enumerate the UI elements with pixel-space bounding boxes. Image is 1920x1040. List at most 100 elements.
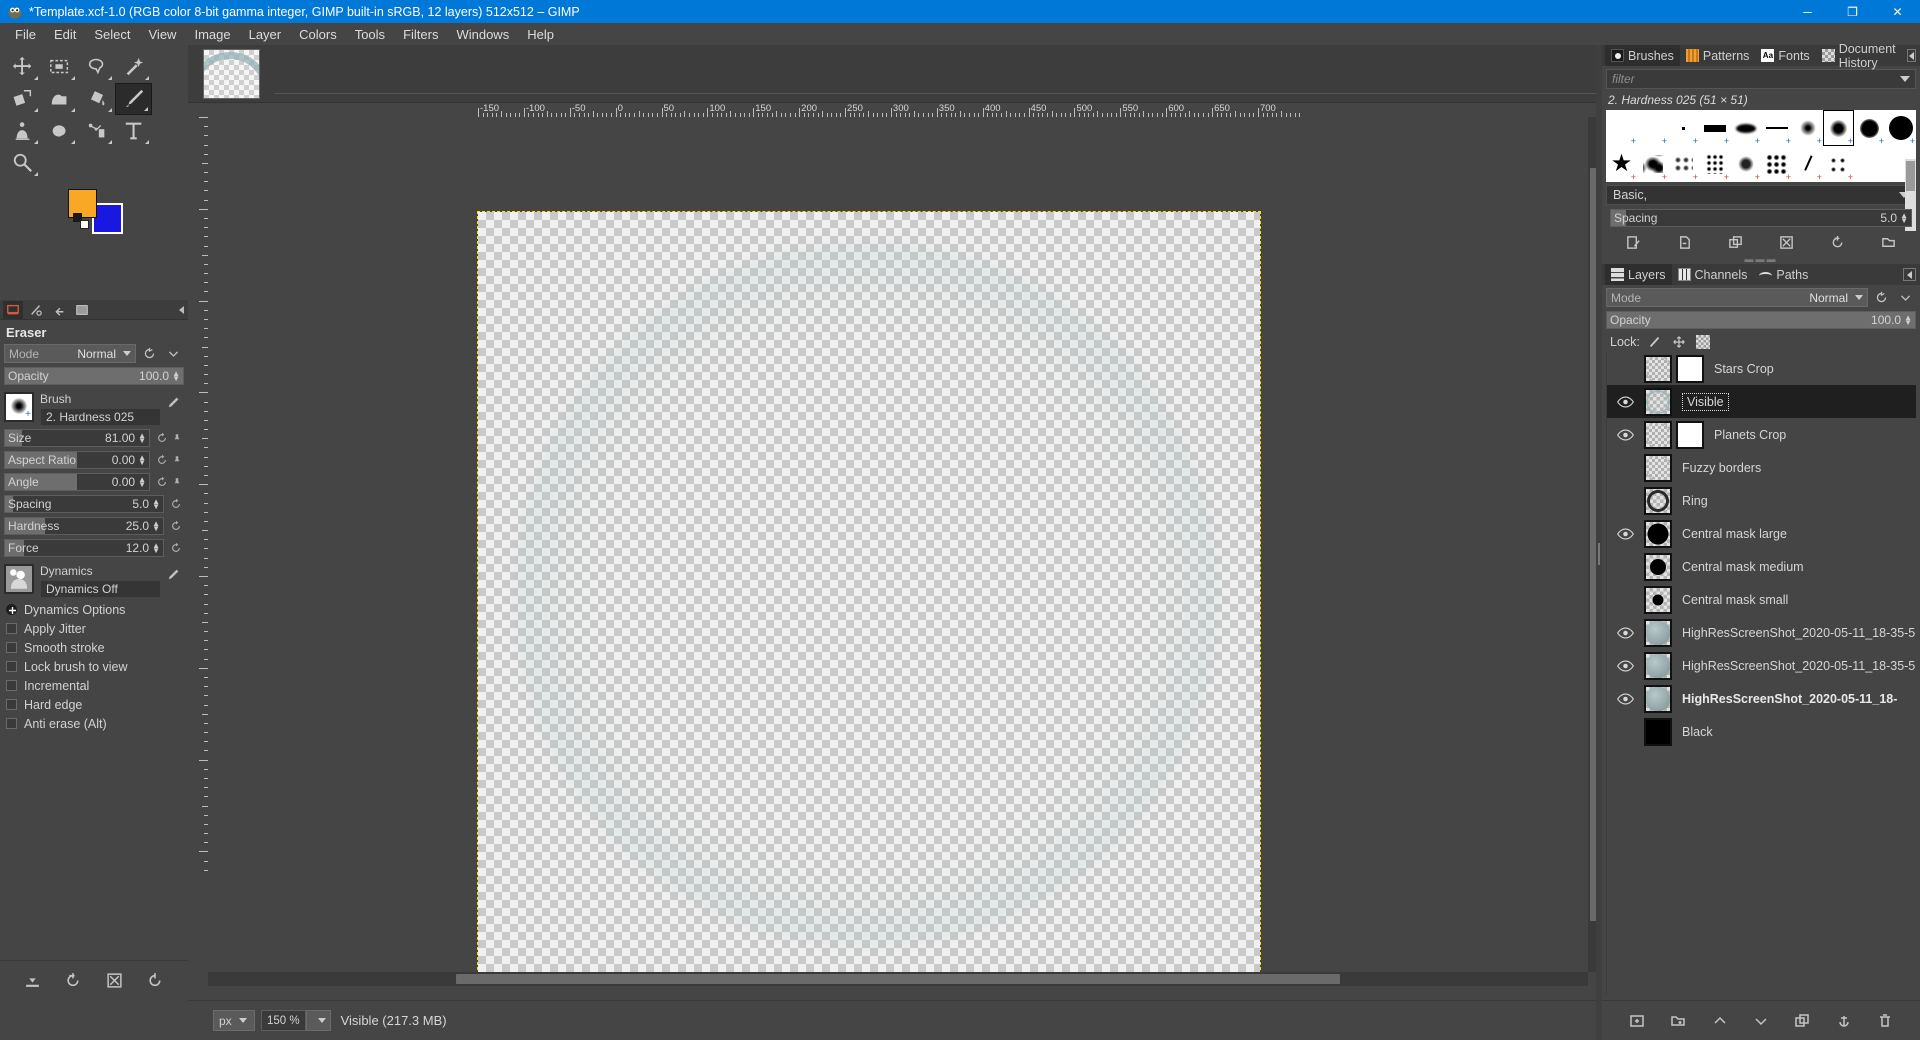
brush-cell[interactable]: + bbox=[1761, 146, 1792, 182]
brush-grid[interactable]: + + + + + + + + + + ★ + + + + + + + + bbox=[1606, 110, 1916, 182]
paintbrush-tool[interactable] bbox=[115, 83, 152, 115]
delete-tool-options-icon[interactable] bbox=[106, 972, 123, 989]
tab-paths[interactable]: Paths bbox=[1753, 264, 1814, 285]
menu-item-file[interactable]: File bbox=[6, 25, 45, 44]
brush-cell[interactable]: + bbox=[1668, 110, 1699, 146]
layer-row[interactable]: Fuzzy borders bbox=[1606, 451, 1916, 484]
slider-size[interactable]: Size 81.00 ▲ ▼ bbox=[4, 428, 150, 447]
brush-spacing-slider[interactable]: Spacing 5.0 ▲ ▼ bbox=[1610, 208, 1912, 227]
tab-fonts[interactable]: Aa Fonts bbox=[1755, 45, 1815, 66]
menu-item-layer[interactable]: Layer bbox=[240, 25, 291, 44]
new-layer-icon[interactable] bbox=[1629, 1013, 1645, 1029]
clone-tool[interactable] bbox=[4, 115, 41, 147]
layer-visibility-toggle[interactable] bbox=[1612, 722, 1638, 742]
slider-force[interactable]: Force 12.0 ▲ ▼ bbox=[4, 538, 164, 557]
delete-brush-icon[interactable] bbox=[1779, 235, 1794, 250]
brush-cell[interactable]: + bbox=[1761, 110, 1792, 146]
collapse-layers-dock-button[interactable] bbox=[1903, 268, 1916, 281]
tab-layers[interactable]: Layers bbox=[1605, 264, 1672, 285]
restore-tool-options-icon[interactable] bbox=[65, 972, 82, 989]
brush-cell[interactable]: + bbox=[1668, 146, 1699, 182]
menu-item-view[interactable]: View bbox=[140, 25, 186, 44]
brush-cell[interactable]: + bbox=[1854, 110, 1885, 146]
layer-row[interactable]: Central mask medium bbox=[1606, 550, 1916, 583]
brush-cell[interactable]: + bbox=[1885, 110, 1916, 146]
checkbox-incremental[interactable]: Incremental bbox=[0, 676, 188, 695]
layer-row[interactable]: HighResScreenShot_2020-05-11_18-35-56. bbox=[1606, 616, 1916, 649]
canvas-image[interactable] bbox=[477, 211, 1261, 972]
layer-thumbnail[interactable] bbox=[1644, 354, 1672, 383]
slider-reset-button[interactable] bbox=[153, 429, 170, 447]
layer-thumbnail[interactable] bbox=[1644, 387, 1672, 416]
image-thumbnail-tab[interactable] bbox=[203, 49, 260, 99]
dock-resize-grip[interactable] bbox=[1596, 45, 1602, 1040]
brush-preview[interactable]: + bbox=[4, 392, 34, 422]
layer-list[interactable]: Stars Crop Visible Planets Crop Fuzzy borde… bbox=[1606, 352, 1916, 996]
layer-name[interactable]: Central mask large bbox=[1682, 527, 1787, 541]
tab-patterns[interactable]: Patterns bbox=[1680, 45, 1756, 66]
layer-row[interactable]: HighResScreenShot_2020-05-11_18- bbox=[1606, 682, 1916, 715]
slider-spacing[interactable]: Spacing 5.0 ▲ ▼ bbox=[4, 494, 164, 513]
layer-thumbnail[interactable] bbox=[1644, 519, 1672, 548]
unit-selector[interactable]: px bbox=[213, 1010, 255, 1031]
tool-options-menu-arrow[interactable] bbox=[179, 305, 184, 314]
vertical-ruler[interactable] bbox=[188, 117, 208, 972]
slider-angle[interactable]: Angle 0.00 ▲ ▼ bbox=[4, 472, 150, 491]
menu-item-filters[interactable]: Filters bbox=[394, 25, 447, 44]
duplicate-layer-icon[interactable] bbox=[1794, 1013, 1810, 1029]
menu-item-edit[interactable]: Edit bbox=[45, 25, 85, 44]
refresh-brushes-icon[interactable] bbox=[1830, 235, 1845, 250]
layer-opacity-slider[interactable]: Opacity 100.0 ▲ ▼ bbox=[1606, 310, 1916, 329]
brush-cell[interactable]: + bbox=[1792, 146, 1823, 182]
tab-device-status[interactable] bbox=[26, 301, 46, 319]
text-tool[interactable] bbox=[115, 115, 152, 147]
tab-brushes[interactable]: Brushes bbox=[1605, 45, 1680, 66]
layer-name[interactable]: Planets Crop bbox=[1714, 428, 1786, 442]
layer-opacity-spinner[interactable]: ▲ ▼ bbox=[1904, 313, 1912, 326]
bucket-fill-tool[interactable] bbox=[78, 83, 115, 115]
tab-channels[interactable]: Channels bbox=[1672, 264, 1754, 285]
collapse-dock-button[interactable] bbox=[1906, 49, 1916, 62]
layer-row[interactable]: Ring bbox=[1606, 484, 1916, 517]
edit-dynamics-button[interactable] bbox=[164, 564, 184, 584]
warp-transform-tool[interactable] bbox=[41, 83, 78, 115]
slider-pin-button[interactable] bbox=[170, 473, 184, 491]
checkbox-smooth-stroke[interactable]: Smooth stroke bbox=[0, 638, 188, 657]
fuzzy-select-tool[interactable] bbox=[115, 51, 152, 83]
layer-thumbnail[interactable] bbox=[1644, 684, 1672, 713]
zoom-tool[interactable] bbox=[4, 147, 41, 179]
layer-name[interactable]: Central mask medium bbox=[1682, 560, 1804, 574]
brush-cell[interactable]: + bbox=[1823, 146, 1854, 182]
brush-cell[interactable]: + bbox=[1637, 110, 1668, 146]
slider-pin-button[interactable] bbox=[170, 451, 184, 469]
menu-item-help[interactable]: Help bbox=[518, 25, 563, 44]
layer-row[interactable]: Central mask small bbox=[1606, 583, 1916, 616]
menu-item-tools[interactable]: Tools bbox=[346, 25, 394, 44]
layer-visibility-toggle[interactable] bbox=[1612, 623, 1638, 643]
slider-reset-button[interactable] bbox=[167, 539, 184, 557]
layer-thumbnail[interactable] bbox=[1644, 618, 1672, 647]
layer-name[interactable]: Black bbox=[1682, 725, 1713, 739]
layer-visibility-toggle[interactable] bbox=[1612, 359, 1638, 379]
lock-pixels-icon[interactable] bbox=[1648, 335, 1662, 349]
slider-pin-button[interactable] bbox=[170, 429, 184, 447]
brush-cell[interactable]: + bbox=[1699, 110, 1730, 146]
tab-images[interactable] bbox=[72, 301, 92, 319]
maximize-button[interactable]: ❐ bbox=[1830, 0, 1875, 23]
layer-row[interactable]: Planets Crop bbox=[1606, 418, 1916, 451]
layer-thumbnail[interactable] bbox=[1644, 717, 1672, 746]
dynamics-preview[interactable] bbox=[4, 564, 34, 594]
anchor-layer-icon[interactable] bbox=[1836, 1013, 1852, 1029]
layer-thumbnail[interactable] bbox=[1644, 453, 1672, 482]
layer-mode-reset-button[interactable] bbox=[1870, 288, 1892, 307]
layer-list-scrollbar[interactable] bbox=[1606, 352, 1607, 996]
brush-cell[interactable]: + bbox=[1699, 146, 1730, 182]
canvas-horizontal-scrollbar[interactable] bbox=[208, 972, 1588, 986]
lock-alpha-icon[interactable] bbox=[1695, 334, 1710, 349]
brush-name-field[interactable]: 2. Hardness 025 bbox=[40, 408, 161, 426]
close-button[interactable]: ✕ bbox=[1875, 0, 1920, 23]
brush-spacing-spinner[interactable]: ▲ ▼ bbox=[1900, 211, 1908, 224]
slider-aspect-ratio[interactable]: Aspect Ratio 0.00 ▲ ▼ bbox=[4, 450, 150, 469]
layer-name[interactable]: Central mask small bbox=[1682, 593, 1788, 607]
free-select-tool[interactable] bbox=[78, 51, 115, 83]
